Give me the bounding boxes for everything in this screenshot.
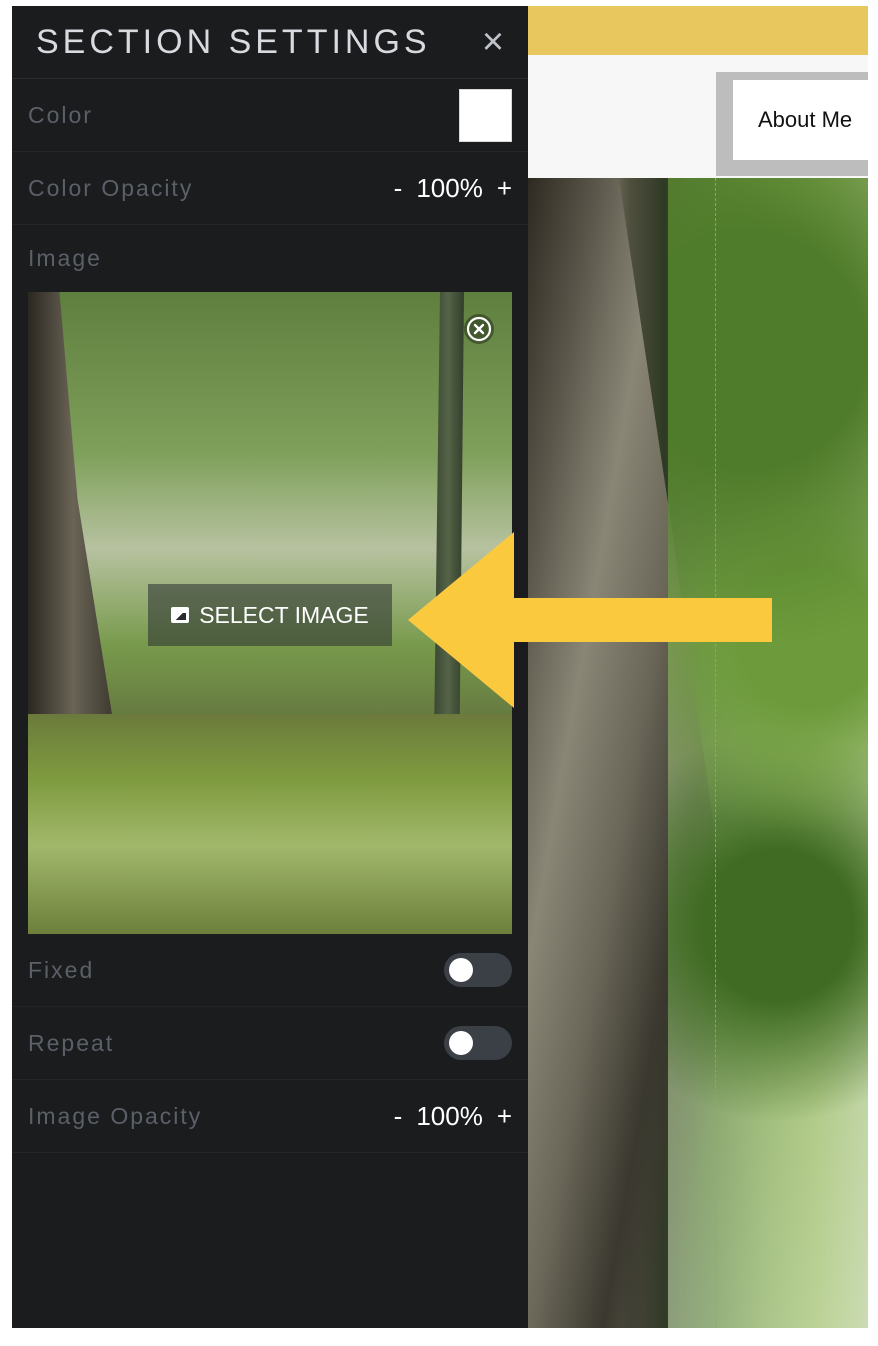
close-icon: × <box>481 20 505 63</box>
fixed-row: Fixed <box>12 934 528 1007</box>
color-opacity-label: Color Opacity <box>28 174 194 201</box>
select-image-button[interactable]: SELECT IMAGE <box>148 584 392 646</box>
nav-link-about-me[interactable]: About Me <box>733 80 868 160</box>
panel-header: SECTION SETTINGS × <box>12 6 528 79</box>
color-label: Color <box>28 101 93 128</box>
image-preview[interactable]: SELECT IMAGE <box>28 292 512 934</box>
color-row: Color <box>12 79 528 152</box>
website-preview: About Me <box>528 6 868 1328</box>
panel-title: SECTION SETTINGS <box>36 22 431 61</box>
preview-ground <box>28 714 512 934</box>
repeat-toggle[interactable] <box>444 1026 512 1060</box>
image-opacity-stepper: - 100% + <box>394 1101 512 1132</box>
color-swatch[interactable] <box>459 88 512 142</box>
repeat-toggle-knob <box>449 1031 473 1055</box>
image-opacity-decrement-button[interactable]: - <box>394 1101 403 1132</box>
select-image-label: SELECT IMAGE <box>199 601 369 628</box>
remove-image-button[interactable] <box>464 314 494 344</box>
image-icon <box>171 607 190 623</box>
close-button[interactable]: × <box>476 21 510 63</box>
nav-link-label: About Me <box>758 107 853 132</box>
color-opacity-stepper: - 100% + <box>394 173 512 204</box>
color-opacity-value: 100% <box>416 172 483 203</box>
image-row: Image <box>12 225 528 292</box>
image-opacity-label: Image Opacity <box>28 1102 203 1129</box>
background-foliage <box>668 178 868 1328</box>
color-opacity-increment-button[interactable]: + <box>497 173 512 204</box>
remove-circle-icon <box>466 316 492 342</box>
image-label: Image <box>28 245 102 271</box>
fixed-toggle[interactable] <box>444 953 512 987</box>
color-opacity-decrement-button[interactable]: - <box>394 173 403 204</box>
layout-guide-line <box>715 178 716 1328</box>
image-opacity-increment-button[interactable]: + <box>497 1101 512 1132</box>
fixed-toggle-knob <box>449 958 473 982</box>
site-top-bar <box>528 6 868 55</box>
color-opacity-row: Color Opacity - 100% + <box>12 152 528 225</box>
fixed-label: Fixed <box>28 956 95 983</box>
preview-tree-left <box>28 292 118 752</box>
image-opacity-row: Image Opacity - 100% + <box>12 1080 528 1153</box>
repeat-label: Repeat <box>28 1029 115 1056</box>
repeat-row: Repeat <box>12 1007 528 1080</box>
image-opacity-value: 100% <box>416 1100 483 1131</box>
section-settings-panel: SECTION SETTINGS × Color Color Opacity -… <box>12 6 528 1328</box>
